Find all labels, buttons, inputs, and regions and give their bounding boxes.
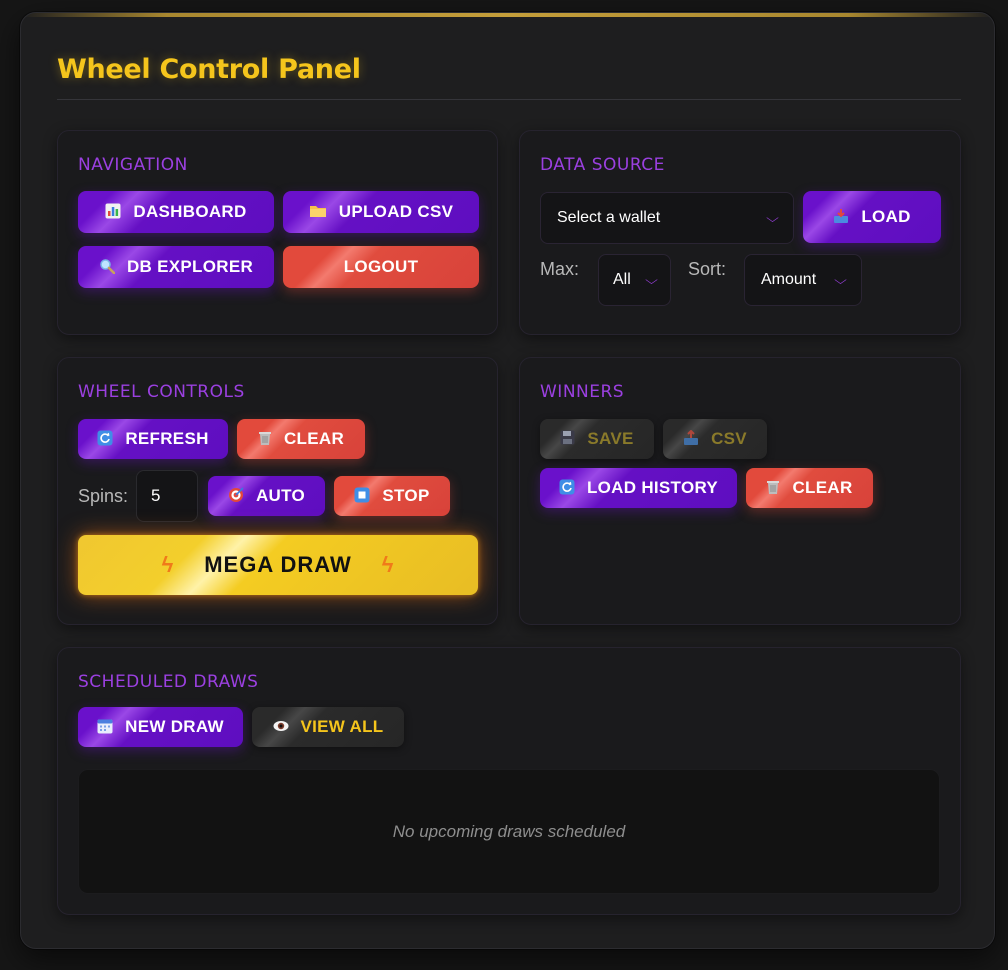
max-label: Max: — [540, 259, 580, 279]
chevron-down-icon: ⌵ — [645, 272, 658, 287]
data-source-title: DATA SOURCE — [540, 155, 665, 175]
load-history-button[interactable]: LOAD HISTORY — [540, 468, 737, 508]
clear-winners-button[interactable]: CLEAR — [746, 468, 873, 508]
db-explorer-label: DB EXPLORER — [126, 257, 254, 276]
logout-button[interactable]: LOGOUT — [283, 246, 479, 288]
chevron-down-icon: ⌵ — [834, 272, 847, 287]
upload-csv-label: UPLOAD CSV — [338, 202, 454, 221]
title-divider — [57, 99, 961, 100]
wallet-select[interactable]: Select a wallet ⌵ — [540, 192, 794, 244]
sort-select[interactable]: Amount ⌵ — [744, 254, 862, 306]
chevron-down-icon: ⌵ — [766, 210, 779, 225]
csv-button[interactable]: CSV — [663, 419, 767, 459]
clear-winners-label: CLEAR — [792, 478, 853, 497]
magnifier-icon — [99, 258, 116, 277]
navigation-title: NAVIGATION — [78, 155, 188, 175]
load-label: LOAD — [861, 207, 911, 226]
page-title: Wheel Control Panel — [57, 54, 361, 85]
stop-label: STOP — [382, 486, 430, 505]
auto-label: AUTO — [255, 486, 306, 505]
mega-draw-label: MEGA DRAW — [204, 552, 352, 577]
max-select[interactable]: All ⌵ — [598, 254, 671, 306]
bar-chart-icon — [105, 203, 121, 222]
wastebasket-icon — [258, 430, 272, 449]
spins-label: Spins: — [78, 486, 129, 506]
mega-draw-button[interactable]: ϟ MEGA DRAW ϟ — [78, 535, 478, 595]
load-history-label: LOAD HISTORY — [586, 478, 719, 497]
floppy-disk-icon — [560, 430, 575, 448]
calendar-icon — [97, 718, 113, 737]
wallet-select-value: Select a wallet — [557, 209, 661, 226]
logout-label: LOGOUT — [343, 257, 419, 276]
clear-wheel-label: CLEAR — [283, 429, 345, 448]
view-all-button[interactable]: VIEW ALL — [252, 707, 404, 747]
refresh-label: REFRESH — [125, 429, 209, 448]
dashboard-label: DASHBOARD — [133, 202, 247, 221]
auto-button[interactable]: AUTO — [208, 476, 325, 516]
stop-icon — [354, 487, 370, 506]
folder-icon — [309, 203, 327, 221]
sort-label: Sort: — [688, 259, 727, 279]
wheel-control-panel: Wheel Control Panel NAVIGATION DASHBOARD… — [20, 12, 995, 949]
load-button[interactable]: LOAD — [803, 191, 941, 243]
refresh-button[interactable]: REFRESH — [78, 419, 228, 459]
refresh-icon — [559, 479, 575, 498]
save-button[interactable]: SAVE — [540, 419, 654, 459]
winners-title: WINNERS — [540, 382, 625, 402]
wheel-controls-card: WHEEL CONTROLS REFRESH CLEAR Spins: 5 AU… — [57, 357, 498, 625]
view-all-label: VIEW ALL — [300, 717, 384, 736]
wheel-controls-title: WHEEL CONTROLS — [78, 382, 245, 402]
max-select-value: All — [613, 271, 631, 288]
navigation-card: NAVIGATION DASHBOARD UPLOAD CSV DB EXPLO… — [57, 130, 498, 335]
save-label: SAVE — [587, 429, 634, 448]
clear-wheel-button[interactable]: CLEAR — [237, 419, 365, 459]
dashboard-button[interactable]: DASHBOARD — [78, 191, 274, 233]
spins-input[interactable]: 5 — [136, 470, 198, 522]
db-explorer-button[interactable]: DB EXPLORER — [78, 246, 274, 288]
lightning-icon: ϟ — [161, 552, 175, 577]
target-icon — [228, 486, 244, 506]
scheduled-draws-empty-state: No upcoming draws scheduled — [78, 769, 940, 894]
csv-label: CSV — [711, 429, 747, 448]
refresh-icon — [97, 430, 113, 449]
empty-state-message: No upcoming draws scheduled — [392, 821, 626, 841]
winners-card: WINNERS SAVE CSV LOAD HISTORY CLEAR — [519, 357, 961, 625]
lightning-icon: ϟ — [381, 552, 395, 577]
eye-icon — [273, 720, 289, 735]
inbox-tray-icon — [833, 208, 849, 227]
scheduled-draws-card: SCHEDULED DRAWS NEW DRAW VIEW ALL No upc… — [57, 647, 961, 915]
stop-button[interactable]: STOP — [334, 476, 450, 516]
data-source-card: DATA SOURCE Select a wallet ⌵ LOAD Max: … — [519, 130, 961, 335]
sort-select-value: Amount — [761, 271, 817, 288]
scheduled-draws-title: SCHEDULED DRAWS — [78, 672, 259, 692]
new-draw-label: NEW DRAW — [125, 717, 224, 736]
wastebasket-icon — [766, 479, 780, 498]
outbox-tray-icon — [683, 429, 699, 449]
new-draw-button[interactable]: NEW DRAW — [78, 707, 243, 747]
upload-csv-button[interactable]: UPLOAD CSV — [283, 191, 479, 233]
spins-input-value: 5 — [151, 486, 161, 505]
